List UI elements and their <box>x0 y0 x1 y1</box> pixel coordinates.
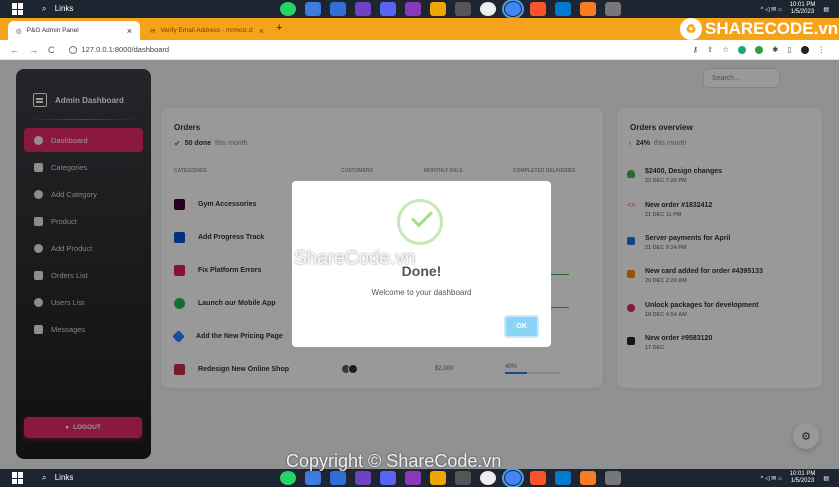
star-icon[interactable]: ☆ <box>722 45 729 54</box>
globe-icon: ◎ <box>16 27 22 35</box>
chrome-icon[interactable] <box>502 0 524 19</box>
url-text: 127.0.0.1:8000/dashboard <box>81 45 170 54</box>
taskbar-search-label: Links <box>54 4 74 13</box>
app-icon[interactable] <box>355 471 371 485</box>
vscode-icon[interactable] <box>555 471 571 485</box>
app-icon[interactable] <box>605 471 621 485</box>
tray-icons[interactable]: ^ ◁ ✉ ⌂ <box>761 475 782 482</box>
app-icon[interactable] <box>430 2 446 16</box>
taskbar-apps <box>280 468 621 487</box>
back-icon[interactable]: ← <box>10 45 19 55</box>
share-icon[interactable]: ⇪ <box>707 45 713 54</box>
brave-icon[interactable] <box>530 471 546 485</box>
watermark-logo-text: SHARECODE.vn <box>705 19 839 38</box>
discord-icon[interactable] <box>380 471 396 485</box>
taskbar-search[interactable]: ⌕ Links <box>42 473 73 483</box>
xampp-icon[interactable] <box>580 471 596 485</box>
vscode-icon[interactable] <box>555 2 571 16</box>
system-tray: ^ ◁ ✉ ⌂ 10:01 PM 1/5/2023 ▤ <box>761 2 829 16</box>
windows-start-icon[interactable] <box>12 3 26 15</box>
close-icon[interactable]: × <box>259 26 264 36</box>
tab-title: P&G Admin Panel <box>26 27 79 34</box>
chrome-icon[interactable] <box>502 468 524 487</box>
sidepanel-icon[interactable]: ▯ <box>787 45 791 54</box>
reload-icon[interactable]: C <box>48 45 55 55</box>
profile-avatar[interactable] <box>800 45 809 54</box>
app-icon[interactable] <box>330 471 346 485</box>
extensions-icon[interactable]: ✱ <box>772 45 778 54</box>
forward-icon[interactable]: → <box>29 45 38 55</box>
success-check-icon <box>397 199 443 245</box>
app-icon[interactable] <box>305 2 321 16</box>
extension-icon[interactable] <box>738 45 747 54</box>
watermark-copyright: Copyright © ShareCode.vn <box>286 451 502 471</box>
app-icon[interactable] <box>455 471 471 485</box>
app-icon[interactable] <box>455 2 471 16</box>
mail-icon: ✉ <box>150 27 156 35</box>
brave-icon[interactable] <box>530 2 546 16</box>
clock: 10:01 PM 1/5/2023 <box>790 471 816 485</box>
app-icon[interactable] <box>480 2 496 16</box>
clock-time: 10:01 PM <box>789 2 816 8</box>
modal-message: Welcome to your dashboard <box>371 288 472 297</box>
system-tray: ^ ◁ ✉ ⌂ 10:01 PM 1/5/2023 ▤ <box>761 471 829 485</box>
new-tab-button[interactable]: + <box>276 22 282 34</box>
windows-start-icon[interactable] <box>12 472 26 484</box>
url-field[interactable]: 127.0.0.1:8000/dashboard <box>68 45 170 54</box>
extension-icon[interactable] <box>755 45 764 54</box>
watermark-center: ShareCode.vn <box>294 248 416 269</box>
app-icon[interactable] <box>405 471 421 485</box>
browser-toolbar: ⚷ ⇪ ☆ ✱ ▯ ⋮ <box>693 45 825 54</box>
info-icon[interactable] <box>68 45 77 54</box>
app-icon[interactable] <box>480 471 496 485</box>
close-icon[interactable]: × <box>127 26 132 36</box>
whatsapp-icon[interactable] <box>280 2 296 16</box>
clock-time: 10:01 PM <box>789 471 816 477</box>
menu-icon[interactable]: ⋮ <box>818 45 826 54</box>
app-icon[interactable] <box>355 2 371 16</box>
app-icon[interactable] <box>330 2 346 16</box>
browser-tab-active[interactable]: ◎ P&G Admin Panel × <box>8 21 140 40</box>
clock: 10:01 PM 1/5/2023 <box>790 2 816 16</box>
key-icon[interactable]: ⚷ <box>693 45 699 54</box>
clock-date: 1/5/2023 <box>790 478 815 484</box>
app-icon[interactable] <box>430 471 446 485</box>
browser-tab[interactable]: ✉ Verify Email Address - mrmoiz.d × <box>142 21 272 40</box>
notification-icon[interactable]: ▤ <box>823 6 829 13</box>
app-icon[interactable] <box>305 471 321 485</box>
taskbar-search[interactable]: ⌕ Links <box>42 4 73 14</box>
search-icon: ⌕ <box>42 4 47 13</box>
search-icon: ⌕ <box>42 473 47 482</box>
notification-icon[interactable]: ▤ <box>823 475 829 482</box>
clock-date: 1/5/2023 <box>790 9 815 15</box>
address-bar: ← → C 127.0.0.1:8000/dashboard ⚷ ⇪ ☆ ✱ ▯… <box>0 40 839 60</box>
xampp-icon[interactable] <box>580 2 596 16</box>
app-icon[interactable] <box>605 2 621 16</box>
sharecode-logo-watermark: ♻ SHARECODE.vn <box>680 16 838 42</box>
whatsapp-icon[interactable] <box>280 471 296 485</box>
sharecode-logo-icon: ♻ <box>680 18 702 40</box>
taskbar-apps <box>280 0 621 19</box>
tab-title: Verify Email Address - mrmoiz.d <box>160 27 253 34</box>
ok-button[interactable]: OK <box>504 315 539 338</box>
discord-icon[interactable] <box>380 2 396 16</box>
tray-icons[interactable]: ^ ◁ ✉ ⌂ <box>761 6 782 13</box>
taskbar-search-label: Links <box>54 473 74 482</box>
app-icon[interactable] <box>405 2 421 16</box>
